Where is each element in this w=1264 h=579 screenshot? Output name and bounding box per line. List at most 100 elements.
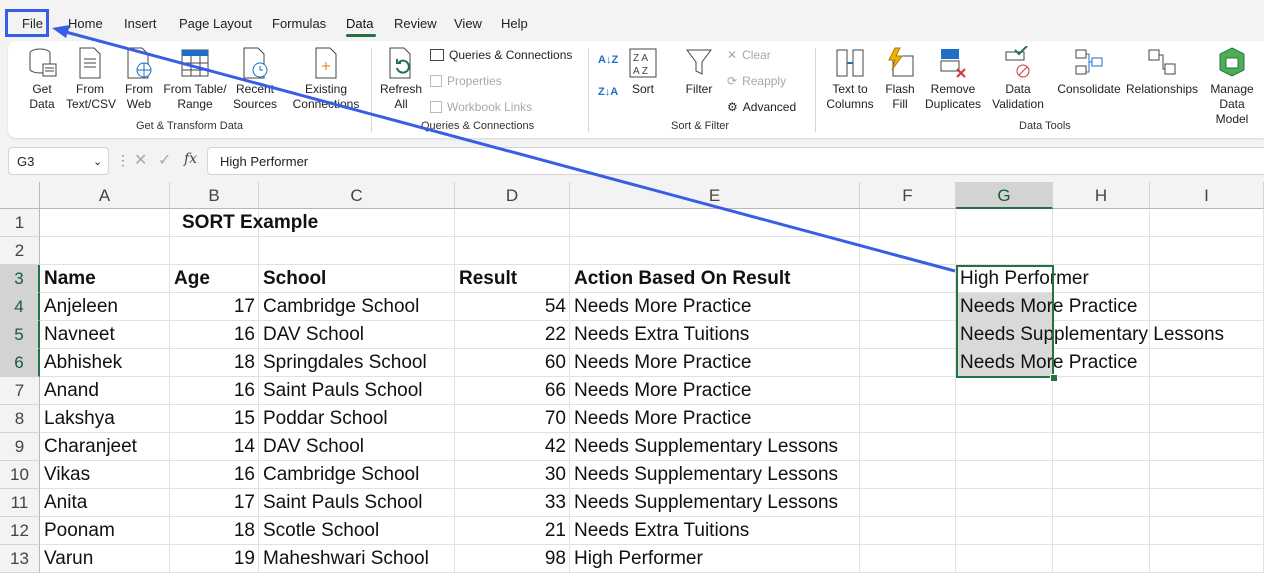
from-text-csv-button[interactable]: From Text/CSV [66,46,116,112]
cell[interactable] [259,237,455,265]
data-validation-button[interactable]: Data Validation [986,46,1050,112]
cell[interactable] [40,237,170,265]
tab-home[interactable]: Home [68,16,103,31]
row-header-11[interactable]: 11 [0,489,40,517]
cell[interactable] [956,517,1053,545]
advanced-button[interactable]: ⚙ Advanced [727,100,796,114]
cell[interactable] [956,433,1053,461]
column-header-b[interactable]: B [170,182,259,209]
cell[interactable] [1150,265,1264,293]
sort-button[interactable]: Z A A Z Sort [628,46,658,97]
cell[interactable] [40,209,170,237]
column-header-c[interactable]: C [259,182,455,209]
from-table-range-button[interactable]: From Table/ Range [163,46,227,112]
cell[interactable] [570,209,860,237]
cell[interactable] [1053,461,1150,489]
column-header-d[interactable]: D [455,182,570,209]
cell[interactable] [1150,377,1264,405]
cell[interactable] [1053,237,1150,265]
tab-data[interactable]: Data [346,16,373,31]
cell[interactable] [860,433,956,461]
row-header-4[interactable]: 4 [0,293,40,321]
cell[interactable] [860,489,956,517]
queries-connections-button[interactable]: Queries & Connections [430,48,572,62]
recent-sources-button[interactable]: Recent Sources [233,46,277,112]
column-header-e[interactable]: E [570,182,860,209]
row-header-5[interactable]: 5 [0,321,40,349]
cell[interactable] [1053,405,1150,433]
cell[interactable] [1150,405,1264,433]
remove-duplicates-button[interactable]: Remove Duplicates [924,46,982,112]
consolidate-button[interactable]: Consolidate [1057,46,1121,97]
flash-fill-button[interactable]: Flash Fill [884,46,916,112]
get-data-button[interactable]: Get Data [22,46,62,112]
cell[interactable] [1053,209,1150,237]
row-header-3[interactable]: 3 [0,265,40,293]
column-header-a[interactable]: A [40,182,170,209]
reapply-button[interactable]: ⟳ Reapply [727,74,786,88]
cell[interactable] [1053,433,1150,461]
cell[interactable] [956,209,1053,237]
cell[interactable] [860,461,956,489]
cell[interactable] [860,293,956,321]
cell[interactable] [956,489,1053,517]
tab-view[interactable]: View [454,16,482,31]
cell[interactable] [956,545,1053,573]
insert-function-icon[interactable]: fx [184,151,197,167]
clear-button[interactable]: ✕ Clear [727,48,771,62]
more-options-icon[interactable]: ⋮ [116,152,130,169]
cell[interactable] [860,237,956,265]
cell[interactable] [1053,517,1150,545]
cell[interactable] [860,405,956,433]
row-header-6[interactable]: 6 [0,349,40,377]
cell[interactable] [956,405,1053,433]
enter-icon[interactable]: ✓ [158,150,171,170]
properties-button[interactable]: Properties [430,74,502,88]
row-header-12[interactable]: 12 [0,517,40,545]
cell[interactable] [860,377,956,405]
cell[interactable] [860,545,956,573]
cell[interactable] [570,237,860,265]
cell[interactable] [860,321,956,349]
row-header-7[interactable]: 7 [0,377,40,405]
workbook-links-button[interactable]: Workbook Links [430,100,532,114]
refresh-all-button[interactable]: Refresh All [379,46,423,112]
cell[interactable] [956,461,1053,489]
sort-ascending-button[interactable]: A↓Z [598,54,618,66]
column-header-f[interactable]: F [860,182,956,209]
cancel-icon[interactable]: ✕ [134,150,147,170]
sort-descending-button[interactable]: Z↓A [598,86,618,98]
row-header-9[interactable]: 9 [0,433,40,461]
cell[interactable] [170,237,259,265]
row-header-1[interactable]: 1 [0,209,40,237]
formula-input[interactable]: High Performer [207,147,1264,175]
cell[interactable] [860,349,956,377]
cell[interactable] [455,209,570,237]
cell[interactable] [1150,209,1264,237]
row-header-10[interactable]: 10 [0,461,40,489]
cell[interactable] [1150,489,1264,517]
cell[interactable] [860,209,956,237]
fill-handle[interactable] [1050,374,1058,382]
text-to-columns-button[interactable]: Text to Columns [826,46,874,112]
cell[interactable] [1150,517,1264,545]
name-box[interactable]: G3 ⌄ [8,147,109,175]
cell[interactable] [956,237,1053,265]
cell[interactable] [1053,545,1150,573]
column-header-g[interactable]: G [956,182,1053,209]
column-header-h[interactable]: H [1053,182,1150,209]
tab-formulas[interactable]: Formulas [272,16,326,31]
row-header-13[interactable]: 13 [0,545,40,573]
select-all-button[interactable] [0,182,40,209]
tab-page-layout[interactable]: Page Layout [179,16,252,31]
chevron-down-icon[interactable]: ⌄ [93,155,102,168]
cell[interactable] [1150,545,1264,573]
manage-data-model-button[interactable]: Manage Data Model [1203,46,1261,127]
cell[interactable] [860,517,956,545]
row-header-2[interactable]: 2 [0,237,40,265]
row-header-8[interactable]: 8 [0,405,40,433]
cell[interactable] [455,237,570,265]
spreadsheet-grid[interactable]: A B C D E F G H I 1 2 3 4 5 6 7 8 9 10 11 12 13 SORT Example Na… [0,182,1264,579]
cell[interactable] [1150,349,1264,377]
column-header-i[interactable]: I [1150,182,1264,209]
